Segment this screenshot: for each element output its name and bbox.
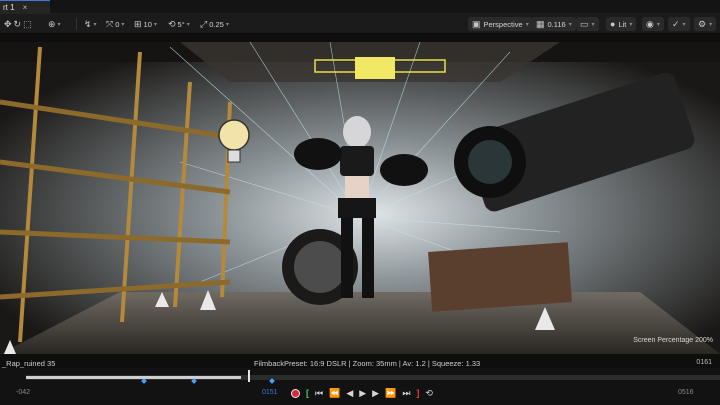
camera-speed-dropdown[interactable]: ▦ 0.116 ▾ <box>532 17 576 31</box>
camera-icon: ▣ <box>472 18 481 29</box>
surface-snap-icon: ↯ <box>84 18 92 29</box>
chevron-down-icon: ▾ <box>57 21 61 28</box>
transform-tools: ✥ ↻ ⬚ <box>4 17 32 31</box>
chevron-down-icon: ▾ <box>93 21 97 28</box>
translate-snap-button[interactable]: ⤧ 0 ▾ <box>106 17 124 31</box>
loop-icon[interactable]: ⟲ <box>425 388 433 398</box>
scale-snap-value: 0.25 <box>209 19 224 29</box>
chevron-down-icon: ▾ <box>709 21 713 28</box>
level-viewport[interactable] <box>0 42 720 354</box>
gear-icon: ⚙ <box>698 18 707 29</box>
perspective-dropdown[interactable]: ▣ Perspective ▾ <box>468 17 533 31</box>
globe-icon: ⊕ <box>48 18 56 29</box>
chevron-down-icon: ▾ <box>591 21 595 28</box>
move-icon[interactable]: ✥ <box>4 19 12 29</box>
chevron-down-icon: ▾ <box>568 21 572 28</box>
step-back-icon[interactable]: ◀ <box>346 388 353 398</box>
chevron-down-icon: ▾ <box>629 21 633 28</box>
translate-snap-value: 0 <box>115 19 120 29</box>
scale-icon[interactable]: ⬚ <box>23 19 32 29</box>
toolbar-divider <box>76 18 77 30</box>
chevron-down-icon: ▾ <box>525 21 529 28</box>
perspective-label: Perspective <box>483 19 523 29</box>
scale-snap-icon: ⤢ <box>200 18 208 29</box>
scene-render <box>0 42 720 354</box>
chevron-down-icon: ▾ <box>186 21 190 28</box>
chevron-down-icon: ▾ <box>121 21 125 28</box>
rotate-icon[interactable]: ↻ <box>14 19 22 29</box>
end-frame[interactable]: 0516 <box>678 389 694 396</box>
rotate-snap-button[interactable]: ⟲ 5° ▾ <box>168 17 190 31</box>
play-button[interactable]: ▶ <box>359 388 366 398</box>
screen-icon: ▭ <box>580 18 589 29</box>
chevron-down-icon: ▾ <box>153 21 157 28</box>
settings-dropdown[interactable]: ⚙ ▾ <box>694 17 717 31</box>
show-flags-dropdown[interactable]: ◉ ▾ <box>642 17 664 31</box>
current-frame[interactable]: 0151 <box>262 389 278 396</box>
chevron-down-icon: ▾ <box>682 21 686 28</box>
rotate-snap-icon: ⟲ <box>168 18 176 29</box>
chevron-down-icon: ▾ <box>656 21 660 28</box>
tab-strip: rt 1 × <box>0 0 720 14</box>
checkmark-icon: ✓ <box>672 18 680 29</box>
playback-progress <box>26 376 242 379</box>
eye-icon: ◉ <box>646 18 654 29</box>
rotate-snap-value: 5° <box>177 19 185 29</box>
step-forward-icon[interactable]: ▶ <box>372 388 379 398</box>
jump-to-start-icon[interactable]: ⏮ <box>315 388 323 398</box>
keyframe-marker[interactable] <box>269 378 275 384</box>
grid-snap-button[interactable]: ⊞ 10 ▾ <box>134 17 157 31</box>
next-key-icon[interactable]: ⏩ <box>385 388 396 398</box>
frame-counter: 0161 <box>696 359 712 366</box>
record-button[interactable] <box>291 388 300 398</box>
set-out-point-button[interactable]: ] <box>416 388 419 398</box>
translate-snap-icon: ⤧ <box>106 18 114 29</box>
screen-layout-dropdown[interactable]: ▭ ▾ <box>576 17 599 31</box>
surface-snap-button[interactable]: ↯ ▾ <box>84 17 97 31</box>
timeline-track[interactable] <box>26 375 720 384</box>
viewport-tab-label: rt 1 <box>3 3 15 12</box>
set-in-point-button[interactable]: [ <box>306 388 309 398</box>
filmback-info: FilmbackPreset: 16:9 DSLR | Zoom: 35mm |… <box>254 359 481 368</box>
grid-snap-value: 10 <box>143 19 152 29</box>
grid-snap-icon: ⊞ <box>134 18 142 29</box>
sequencer-timeline: -042 0151 0516 [ ⏮ ⏪ ◀ ▶ ▶ ⏩ ⏭ ] ⟲ <box>0 368 720 405</box>
playhead[interactable] <box>248 370 250 382</box>
performance-dropdown[interactable]: ✓ ▾ <box>668 17 690 31</box>
view-mode-label: Lit <box>618 19 627 29</box>
keyframe-marker[interactable] <box>191 378 197 384</box>
start-frame[interactable]: -042 <box>16 389 30 396</box>
lit-sphere-icon: ● <box>610 18 616 29</box>
keyframe-marker[interactable] <box>141 378 147 384</box>
camera-speed-icon: ▦ <box>536 18 545 29</box>
viewport-tab[interactable]: rt 1 × <box>0 0 50 14</box>
close-icon[interactable]: × <box>23 3 28 12</box>
view-mode-dropdown[interactable]: ● Lit ▾ <box>606 17 637 31</box>
chevron-down-icon: ▾ <box>225 21 229 28</box>
camera-speed-value: 0.116 <box>547 19 566 29</box>
screen-percentage-readout: Screen Percentage 200% <box>633 337 713 344</box>
transport-controls: [ ⏮ ⏪ ◀ ▶ ▶ ⏩ ⏭ ] ⟲ <box>291 386 433 400</box>
scale-snap-button[interactable]: ⤢ 0.25 ▾ <box>200 17 229 31</box>
previous-key-icon[interactable]: ⏪ <box>329 388 340 398</box>
viewport-toolbar: ✥ ↻ ⬚ ⊕ ▾ ↯ ▾ ⤧ 0 ▾ ⊞ 10 ▾ ⟲ 5° ▾ ⤢ 0.25… <box>0 14 720 34</box>
jump-to-end-icon[interactable]: ⏭ <box>402 388 410 398</box>
sequence-name: _Rap_ruined 35 <box>2 359 56 368</box>
world-space-toggle[interactable]: ⊕ ▾ <box>48 17 61 31</box>
